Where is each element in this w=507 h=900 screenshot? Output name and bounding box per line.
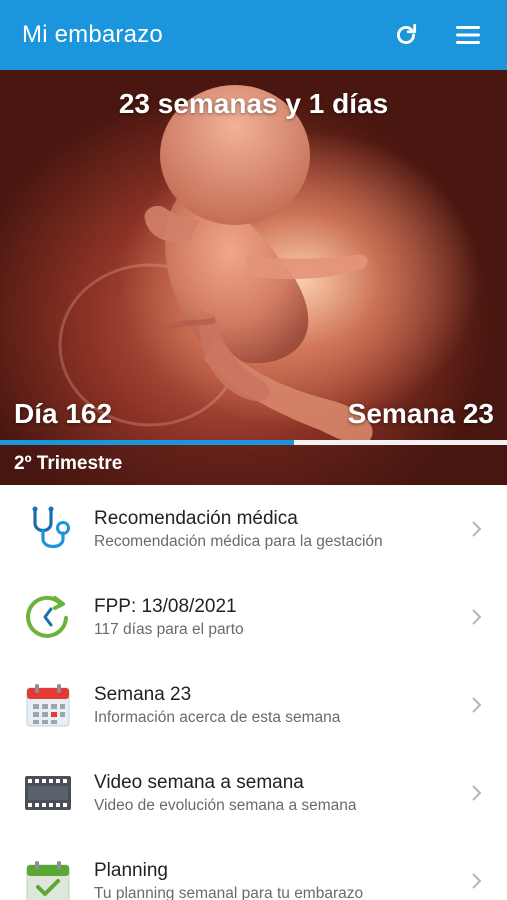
list-item-medical-recommendation[interactable]: Recomendación médica Recomendación médic… (0, 485, 507, 573)
app-title: Mi embarazo (22, 21, 163, 48)
menu-list: Recomendación médica Recomendación médic… (0, 485, 507, 900)
calendar-icon (0, 661, 94, 749)
trimester-bar: 2º Trimestre (0, 445, 507, 485)
calendar-check-icon (0, 837, 94, 900)
list-item-week-info[interactable]: Semana 23 Información acerca de esta sem… (0, 661, 507, 749)
chevron-right-icon (457, 696, 497, 714)
chevron-right-icon (457, 872, 497, 890)
trimester-label: 2º Trimestre (14, 453, 123, 474)
item-title: FPP: 13/08/2021 (94, 596, 237, 617)
refresh-icon (397, 23, 417, 44)
item-subtitle: Información acerca de esta semana (94, 709, 341, 726)
item-title: Recomendación médica (94, 508, 298, 529)
refresh-button[interactable] (389, 18, 423, 52)
app-bar: Mi embarazo (0, 0, 507, 70)
list-item-weekly-video[interactable]: Video semana a semana Video de evolución… (0, 749, 507, 837)
chevron-right-icon (457, 608, 497, 626)
menu-icon (456, 26, 480, 44)
item-title: Video semana a semana (94, 772, 304, 793)
weeks-headline: 23 semanas y 1 días (118, 88, 389, 119)
pregnancy-hero: 23 semanas y 1 días Día 162 Semana 23 2º… (0, 70, 507, 485)
clock-arrow-icon (0, 573, 94, 661)
week-number: Semana 23 (347, 398, 494, 429)
item-subtitle: 117 días para el parto (94, 621, 244, 638)
day-count: Día 162 (14, 398, 113, 429)
chevron-right-icon (457, 784, 497, 802)
list-item-planning[interactable]: Planning Tu planning semanal para tu emb… (0, 837, 507, 900)
item-title: Planning (94, 860, 168, 881)
film-icon (0, 749, 94, 837)
item-subtitle: Tu planning semanal para tu embarazo (94, 885, 364, 900)
stethoscope-icon (0, 485, 94, 573)
item-subtitle: Recomendación médica para la gestación (94, 533, 383, 550)
chevron-right-icon (457, 520, 497, 538)
item-subtitle: Video de evolución semana a semana (94, 797, 357, 814)
item-title: Semana 23 (94, 684, 192, 705)
list-item-due-date[interactable]: FPP: 13/08/2021 117 días para el parto (0, 573, 507, 661)
menu-button[interactable] (451, 18, 485, 52)
